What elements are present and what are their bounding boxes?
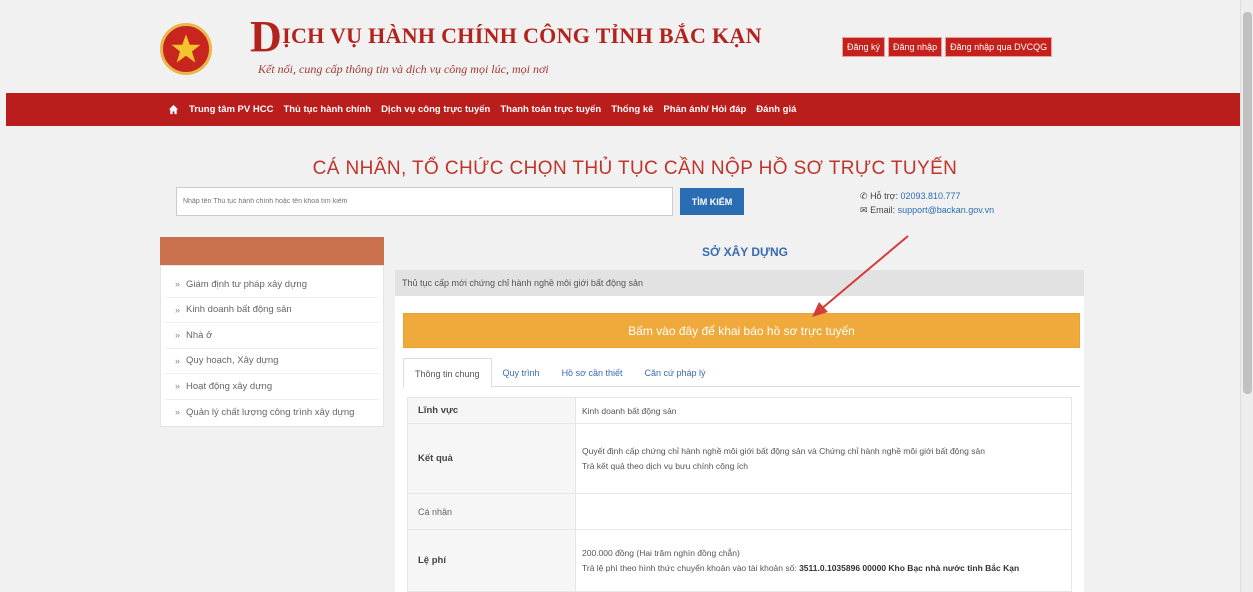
sidebar-item-label: Quản lý chất lượng công trình xây dựng bbox=[186, 406, 355, 418]
submit-online-button[interactable]: Bấm vào đây để khai báo hồ sơ trực tuyến bbox=[403, 313, 1080, 348]
row-value: Kinh doanh bất động sản bbox=[575, 397, 1072, 424]
nav-item-online-payment[interactable]: Thanh toán trực tuyến bbox=[500, 104, 601, 115]
site-title-text: ỊCH VỤ HÀNH CHÍNH CÔNG TỈNH BẮC KẠN bbox=[282, 23, 762, 48]
search-input[interactable] bbox=[176, 187, 673, 216]
sidebar: » Giám định tư pháp xây dựng » Kinh doanh … bbox=[160, 265, 384, 427]
info-table: Lĩnh vực Kinh doanh bất động sản Kết quả… bbox=[407, 397, 1072, 592]
tab-process[interactable]: Quy trình bbox=[492, 358, 551, 386]
star-icon bbox=[171, 34, 201, 63]
page: DỊCH VỤ HÀNH CHÍNH CÔNG TỈNH BẮC KẠN Kết… bbox=[0, 0, 1253, 592]
procedure-tabs: Thông tin chung Quy trình Hồ sơ cần thiế… bbox=[403, 358, 1080, 388]
sidebar-item-construction[interactable]: » Hoạt động xây dựng bbox=[165, 374, 379, 400]
site-title[interactable]: DỊCH VỤ HÀNH CHÍNH CÔNG TỈNH BẮC KẠN bbox=[250, 15, 762, 59]
sidebar-item-judicial-appraisal[interactable]: » Giám định tư pháp xây dựng bbox=[165, 272, 379, 298]
page-title: CÁ NHÂN, TỔ CHỨC CHỌN THỦ TỤC CẦN NỘP HỒ… bbox=[312, 158, 958, 179]
bullet-icon: » bbox=[175, 304, 181, 315]
login-dvcqg-button[interactable]: Đăng nhập qua DVCQG bbox=[945, 37, 1053, 57]
nav-item-rating[interactable]: Đánh giá bbox=[756, 104, 796, 115]
site-slogan: Kết nối, cung cấp thông tin và dịch vụ c… bbox=[258, 62, 549, 76]
procedure-title: Thủ tục cấp mới chứng chỉ hành nghề môi … bbox=[395, 270, 1084, 296]
email-link[interactable]: support@backan.gov.vn bbox=[898, 205, 995, 215]
row-label: Lĩnh vực bbox=[407, 397, 576, 424]
fee-line: Trả lệ phí theo hình thức chuyển khoản v… bbox=[582, 562, 1065, 574]
sidebar-item-housing[interactable]: » Nhà ở bbox=[165, 323, 379, 349]
main-nav: Trung tâm PV HCC Thủ tục hành chính Dịch… bbox=[6, 93, 1240, 126]
email-row: ✉ Email: support@backan.gov.vn bbox=[860, 203, 994, 217]
nav-item-service-center[interactable]: Trung tâm PV HCC bbox=[189, 104, 273, 115]
tab-required-docs[interactable]: Hồ sơ cần thiết bbox=[551, 358, 634, 386]
nav-item-online-services[interactable]: Dịch vụ công trực tuyến bbox=[381, 104, 490, 115]
site-header: DỊCH VỤ HÀNH CHÍNH CÔNG TỈNH BẮC KẠN Kết… bbox=[0, 0, 1240, 92]
envelope-icon: ✉ bbox=[860, 205, 868, 215]
emblem-logo bbox=[160, 23, 212, 75]
sidebar-item-label: Nhà ở bbox=[186, 329, 213, 341]
sidebar-header bbox=[160, 237, 384, 265]
row-value bbox=[575, 493, 1072, 530]
sidebar-item-label: Hoạt động xây dựng bbox=[186, 380, 273, 392]
bullet-icon: » bbox=[175, 355, 181, 366]
bullet-icon: » bbox=[175, 279, 181, 290]
bullet-icon: » bbox=[175, 407, 181, 418]
result-line: Trả kết quả theo dịch vụ bưu chính công … bbox=[582, 461, 749, 471]
table-row: Kết quả Quyết định cấp chứng chỉ hành ng… bbox=[407, 423, 1072, 494]
nav-item-statistics[interactable]: Thống kê bbox=[611, 104, 653, 115]
tab-legal-basis[interactable]: Căn cứ pháp lý bbox=[634, 358, 717, 386]
table-row: Cá nhân bbox=[407, 493, 1072, 530]
fee-account: 3511.0.1035896 00000 Kho Bạc nhà nước tỉ… bbox=[799, 563, 1020, 573]
home-icon[interactable] bbox=[168, 104, 179, 115]
procedure-panel: Bấm vào đây để khai báo hồ sơ trực tuyến… bbox=[395, 296, 1084, 592]
annotation-arrow-icon bbox=[812, 235, 909, 317]
sidebar-item-quality[interactable]: » Quản lý chất lượng công trình xây dựng bbox=[165, 400, 379, 426]
row-value: 200.000 đồng (Hai trăm nghìn đồng chẵn) … bbox=[575, 529, 1072, 592]
fee-text: Trả lệ phí theo hình thức chuyển khoản v… bbox=[582, 563, 800, 573]
row-value: Quyết định cấp chứng chỉ hành nghề môi g… bbox=[575, 423, 1072, 494]
bullet-icon: » bbox=[175, 381, 181, 392]
sidebar-item-label: Quy hoạch, Xây dựng bbox=[186, 355, 279, 367]
sidebar-item-label: Kinh doanh bất động sản bbox=[186, 304, 292, 316]
table-row: Lệ phí 200.000 đồng (Hai trăm nghìn đồng… bbox=[407, 529, 1072, 592]
table-row: Lĩnh vực Kinh doanh bất động sản bbox=[407, 397, 1072, 424]
contact-info: ✆ Hỗ trợ: 02093.810.777 ✉ Email: support… bbox=[860, 189, 994, 217]
phone-icon: ✆ bbox=[860, 191, 868, 201]
row-label: Kết quả bbox=[407, 423, 576, 494]
nav-item-feedback[interactable]: Phản ánh/ Hỏi đáp bbox=[663, 104, 746, 115]
sidebar-item-planning[interactable]: » Quy hoạch, Xây dựng bbox=[165, 349, 379, 374]
hotline-number[interactable]: 02093.810.777 bbox=[900, 191, 960, 201]
sidebar-item-real-estate[interactable]: » Kinh doanh bất động sản bbox=[165, 298, 379, 323]
nav-item-procedures[interactable]: Thủ tục hành chính bbox=[283, 104, 371, 115]
scrollbar-thumb[interactable] bbox=[1243, 12, 1252, 394]
tab-general-info[interactable]: Thông tin chung bbox=[403, 358, 492, 388]
search-button[interactable]: TÌM KIẾM bbox=[680, 188, 744, 215]
auth-buttons: Đăng ký Đăng nhập Đăng nhập qua DVCQG bbox=[842, 37, 1053, 57]
row-label: Cá nhân bbox=[407, 493, 576, 530]
row-label: Lệ phí bbox=[407, 529, 576, 592]
email-label: Email: bbox=[870, 205, 896, 215]
login-button[interactable]: Đăng nhập bbox=[888, 37, 943, 57]
bullet-icon: » bbox=[175, 330, 181, 341]
vertical-scrollbar[interactable] bbox=[1240, 0, 1253, 592]
hotline-row: ✆ Hỗ trợ: 02093.810.777 bbox=[860, 189, 994, 203]
department-title: SỞ XÂY DỰNG bbox=[702, 245, 788, 259]
result-line: Quyết định cấp chứng chỉ hành nghề môi g… bbox=[582, 446, 985, 456]
hotline-label: Hỗ trợ: bbox=[870, 191, 898, 201]
site-title-initial: D bbox=[250, 12, 283, 61]
register-button[interactable]: Đăng ký bbox=[842, 37, 886, 57]
sidebar-item-label: Giám định tư pháp xây dựng bbox=[186, 278, 307, 290]
fee-line: 200.000 đồng (Hai trăm nghìn đồng chẵn) bbox=[582, 548, 740, 558]
